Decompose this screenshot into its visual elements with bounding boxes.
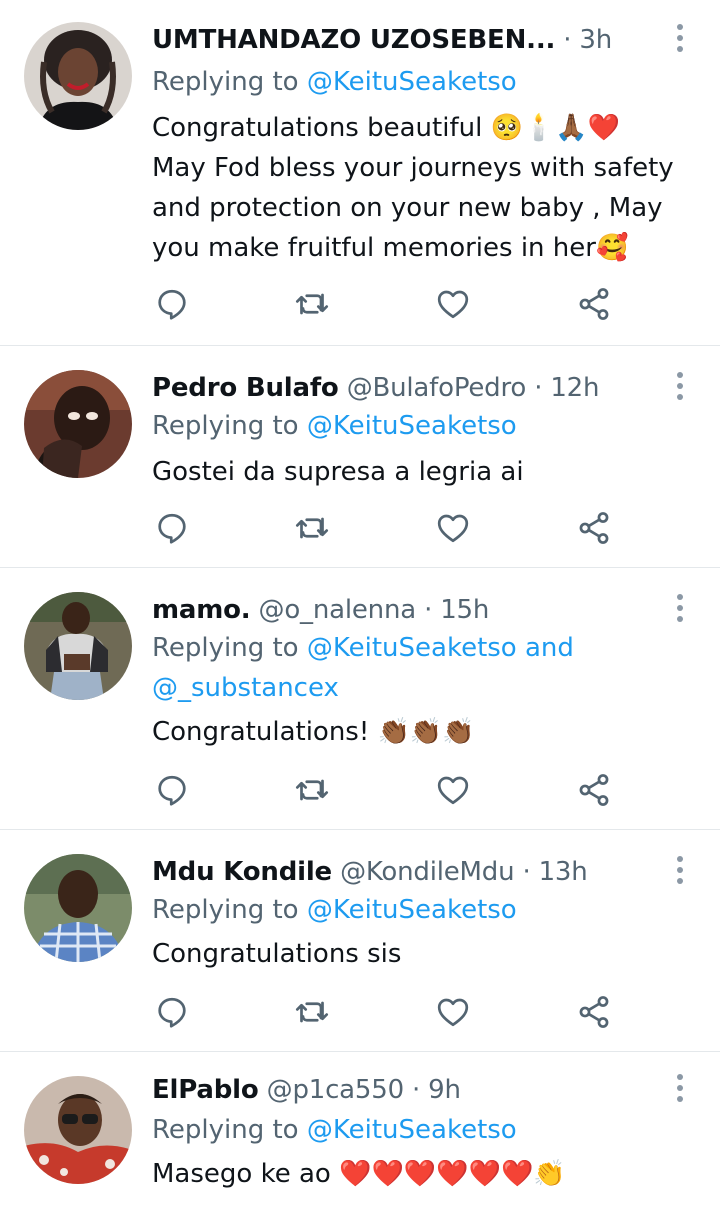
- replying-to-prefix: Replying to: [152, 67, 307, 97]
- more-options-icon[interactable]: [670, 24, 690, 54]
- replying-to-link[interactable]: @KeituSeaketso: [307, 895, 517, 925]
- avatar[interactable]: [24, 1076, 132, 1184]
- display-name[interactable]: Pedro Bulafo: [152, 373, 339, 403]
- display-name[interactable]: Mdu Kondile: [152, 857, 332, 887]
- replying-to: Replying to @KeituSeaketso: [152, 62, 696, 102]
- reply-icon[interactable]: [154, 772, 194, 808]
- replying-to-prefix: Replying to: [152, 633, 307, 663]
- tweet-header: ElPablo @p1ca550 · 9h: [152, 1070, 660, 1110]
- tweet-text-line: May Fod bless your journeys with safety: [152, 153, 674, 183]
- share-icon[interactable]: [576, 510, 616, 546]
- avatar[interactable]: [24, 22, 132, 130]
- separator-dot: ·: [424, 595, 441, 625]
- display-name[interactable]: ElPablo: [152, 1075, 259, 1105]
- like-icon[interactable]: [435, 994, 475, 1030]
- tweet-item[interactable]: Mdu Kondile @KondileMdu · 13h Replying t…: [0, 830, 720, 1052]
- display-name[interactable]: UMTHANDAZO UZOSEBEN...: [152, 25, 555, 55]
- tweet-text-line: Masego ke ao ❤️❤️❤️❤️❤️❤️👏: [152, 1159, 566, 1189]
- replying-to-link[interactable]: @KeituSeaketso: [307, 411, 517, 441]
- separator-dot: ·: [522, 857, 539, 887]
- reply-icon[interactable]: [154, 286, 194, 322]
- replying-to-prefix: Replying to: [152, 895, 307, 925]
- avatar[interactable]: [24, 854, 132, 962]
- reply-icon[interactable]: [154, 510, 194, 546]
- tweet-header: mamo. @o_nalenna · 15h: [152, 590, 660, 630]
- replying-to-prefix: Replying to: [152, 1115, 307, 1145]
- retweet-icon[interactable]: [294, 994, 334, 1030]
- timestamp[interactable]: 12h: [550, 373, 599, 403]
- tweet-header: Mdu Kondile @KondileMdu · 13h: [152, 852, 660, 892]
- tweet-text-line: Congratulations beautiful 🥺🕯️🙏🏾❤️: [152, 113, 621, 143]
- tweet-text-line: Congratulations! 👏🏾👏🏾👏🏾: [152, 717, 475, 747]
- display-name[interactable]: mamo.: [152, 595, 251, 625]
- avatar[interactable]: [24, 592, 132, 700]
- like-icon[interactable]: [435, 510, 475, 546]
- retweet-icon[interactable]: [294, 510, 334, 546]
- more-options-icon[interactable]: [670, 1074, 690, 1104]
- handle[interactable]: @BulafoPedro: [347, 373, 527, 403]
- tweet-actions: [152, 286, 622, 322]
- share-icon[interactable]: [576, 772, 616, 808]
- tweet-item[interactable]: ElPablo @p1ca550 · 9h Replying to @Keitu…: [0, 1052, 720, 1210]
- tweet-text-line: Gostei da supresa a legria ai: [152, 457, 524, 487]
- tweet-item[interactable]: Pedro Bulafo @BulafoPedro · 12h Replying…: [0, 346, 720, 568]
- replying-to-link[interactable]: @KeituSeaketso: [307, 67, 517, 97]
- replying-to: Replying to @KeituSeaketso and @_substan…: [152, 628, 696, 708]
- separator-dot: ·: [412, 1075, 429, 1105]
- timestamp[interactable]: 9h: [428, 1075, 461, 1105]
- timestamp[interactable]: 3h: [579, 25, 612, 55]
- like-icon[interactable]: [435, 772, 475, 808]
- tweet-header: Pedro Bulafo @BulafoPedro · 12h: [152, 368, 660, 408]
- tweet-text: Gostei da supresa a legria ai: [152, 452, 696, 492]
- retweet-icon[interactable]: [294, 772, 334, 808]
- tweet-text: Congratulations! 👏🏾👏🏾👏🏾: [152, 712, 696, 752]
- timestamp[interactable]: 13h: [539, 857, 588, 887]
- share-icon[interactable]: [576, 994, 616, 1030]
- replying-to-link[interactable]: @KeituSeaketso: [307, 1115, 517, 1145]
- more-options-icon[interactable]: [670, 856, 690, 886]
- tweet-text-line: you make fruitful memories in her🥰: [152, 233, 629, 263]
- handle[interactable]: @p1ca550: [267, 1075, 405, 1105]
- tweet-text-line: Congratulations sis: [152, 939, 402, 969]
- more-options-icon[interactable]: [670, 372, 690, 402]
- tweet-header: UMTHANDAZO UZOSEBEN... · 3h: [152, 20, 660, 60]
- more-options-icon[interactable]: [670, 594, 690, 624]
- like-icon[interactable]: [435, 286, 475, 322]
- separator-dot: ·: [534, 373, 551, 403]
- tweet-item[interactable]: UMTHANDAZO UZOSEBEN... · 3h Replying to …: [0, 0, 720, 346]
- replying-to: Replying to @KeituSeaketso: [152, 1110, 696, 1150]
- avatar[interactable]: [24, 370, 132, 478]
- tweet-text: Congratulations sis: [152, 934, 696, 974]
- handle[interactable]: @o_nalenna: [259, 595, 417, 625]
- retweet-icon[interactable]: [294, 286, 334, 322]
- tweet-text: Congratulations beautiful 🥺🕯️🙏🏾❤️ May Fo…: [152, 108, 696, 268]
- tweet-actions: [152, 772, 622, 808]
- tweet-actions: [152, 994, 622, 1030]
- replying-to-prefix: Replying to: [152, 411, 307, 441]
- tweet-actions: [152, 510, 622, 546]
- replying-to: Replying to @KeituSeaketso: [152, 890, 696, 930]
- timestamp[interactable]: 15h: [440, 595, 489, 625]
- reply-icon[interactable]: [154, 994, 194, 1030]
- tweet-text-line: and protection on your new baby , May: [152, 193, 663, 223]
- replying-to: Replying to @KeituSeaketso: [152, 406, 696, 446]
- replying-to-link[interactable]: @_substancex: [152, 668, 696, 708]
- replying-to-link[interactable]: @KeituSeaketso and: [307, 633, 574, 663]
- handle[interactable]: @KondileMdu: [340, 857, 515, 887]
- separator-dot: ·: [563, 25, 580, 55]
- tweet-item[interactable]: mamo. @o_nalenna · 15h Replying to @Keit…: [0, 568, 720, 830]
- tweet-text: Masego ke ao ❤️❤️❤️❤️❤️❤️👏: [152, 1154, 696, 1194]
- share-icon[interactable]: [576, 286, 616, 322]
